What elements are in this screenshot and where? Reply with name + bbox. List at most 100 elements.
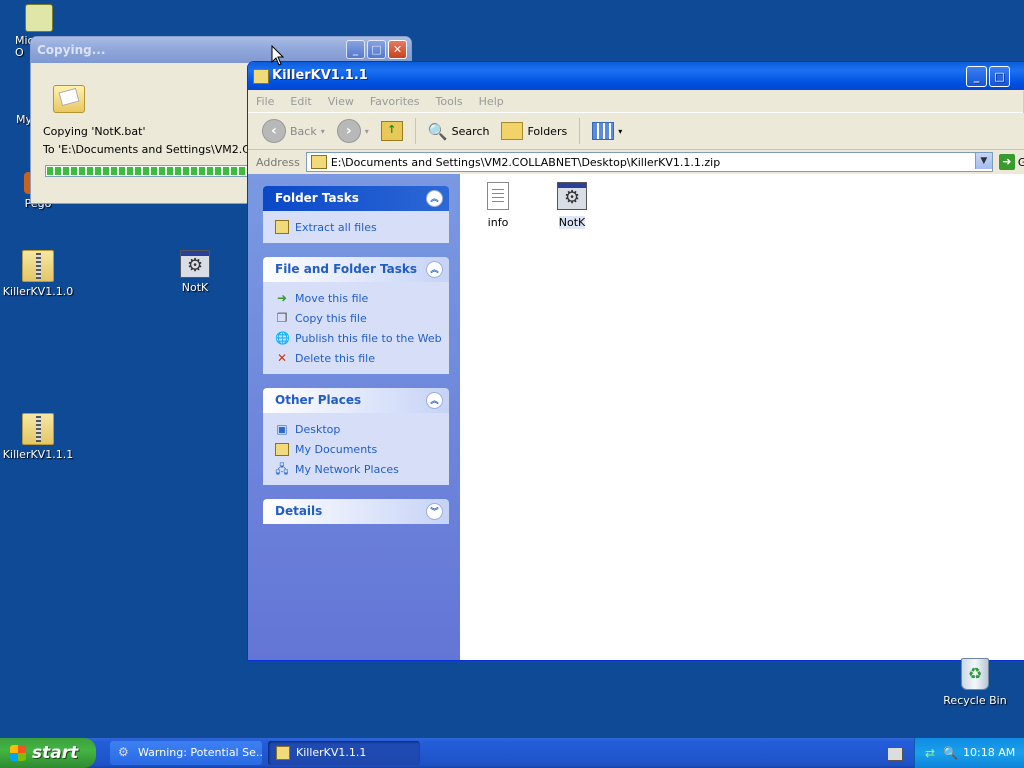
globe-icon: 🌐 — [275, 331, 290, 345]
forward-button[interactable]: › ▾ — [333, 117, 373, 145]
extract-icon — [275, 220, 289, 234]
my-documents-icon — [275, 442, 289, 456]
zip-folder-icon — [276, 746, 290, 760]
panel-file-and-folder-tasks: File and Folder Tasks ︽ ➜ Move this file… — [263, 257, 449, 374]
system-tray: ⇄ 🔍 10:18 AM — [914, 738, 1024, 768]
tray-network-icon[interactable]: ⇄ — [925, 746, 939, 760]
keyboard-icon[interactable] — [887, 747, 903, 761]
task-move-this-file[interactable]: ➜ Move this file — [275, 288, 449, 308]
desktop-icon-label: KillerKV1.1.1 — [2, 448, 74, 461]
desktop-icon-killerkv111[interactable]: KillerKV1.1.1 — [0, 413, 78, 461]
recycle-bin-icon: ♻ — [961, 658, 989, 690]
file-label: info — [487, 216, 509, 229]
panel-header[interactable]: Folder Tasks ︽ — [263, 186, 449, 211]
go-arrow-icon: ➜ — [998, 154, 1015, 170]
address-dropdown-button[interactable]: ▼ — [974, 153, 992, 169]
copying-dialog-titlebar[interactable]: Copying... _ □ ✕ — [31, 37, 411, 63]
file-list-area[interactable]: info NotK — [460, 174, 1024, 660]
search-button[interactable]: 🔍 Search — [424, 120, 494, 143]
explorer-window: KillerKV1.1.1 _ □ File Edit View Favorit… — [247, 61, 1024, 661]
zip-folder-icon — [22, 413, 54, 445]
desktop-icon-notk[interactable]: NotK — [155, 250, 235, 294]
zip-folder-icon — [253, 69, 269, 84]
menu-file[interactable]: File — [248, 95, 282, 108]
task-delete-this-file[interactable]: ✕ Delete this file — [275, 348, 449, 368]
maximize-button[interactable]: □ — [367, 40, 386, 59]
taskbar: start ⚙ Warning: Potential Se... KillerK… — [0, 738, 1024, 768]
warning-app-icon: ⚙ — [118, 745, 129, 759]
panel-title: Folder Tasks — [275, 191, 359, 205]
menu-view[interactable]: View — [320, 95, 362, 108]
file-item-notk[interactable]: NotK — [542, 182, 602, 229]
menu-bar: File Edit View Favorites Tools Help — [248, 90, 1024, 113]
panel-details: Details ︾ — [263, 499, 449, 524]
up-arrow-folder-icon: ↑ — [380, 121, 403, 141]
place-my-documents[interactable]: My Documents — [275, 439, 449, 459]
place-desktop[interactable]: ▣ Desktop — [275, 419, 449, 439]
place-my-network-places[interactable]: 🖧 My Network Places — [275, 459, 449, 479]
copying-dialog-title: Copying... — [37, 43, 106, 57]
address-value: E:\Documents and Settings\VM2.COLLABNET\… — [330, 155, 721, 169]
clock[interactable]: 10:18 AM — [963, 746, 1015, 759]
menu-favorites[interactable]: Favorites — [362, 95, 428, 108]
desktop-icon-killerkv110[interactable]: KillerKV1.1.0 — [0, 250, 78, 298]
panel-title: Details — [275, 504, 323, 518]
menu-help[interactable]: Help — [471, 95, 512, 108]
task-label: Publish this file to the Web — [295, 331, 442, 345]
task-publish-to-web[interactable]: 🌐 Publish this file to the Web — [275, 328, 449, 348]
search-icon: 🔍 — [427, 121, 448, 141]
taskbar-button-killerkv111[interactable]: KillerKV1.1.1 — [268, 741, 420, 765]
start-button[interactable]: start — [0, 738, 96, 768]
minimize-button[interactable]: _ — [966, 66, 987, 87]
task-label: My Documents — [295, 442, 378, 456]
chevron-down-icon: ▾ — [618, 126, 623, 136]
taskbar-button-warning[interactable]: ⚙ Warning: Potential Se... — [110, 741, 262, 765]
recycle-bin[interactable]: ♻ Recycle Bin — [940, 658, 1010, 707]
maximize-button[interactable]: □ — [989, 66, 1010, 87]
up-folder-button[interactable]: ↑ — [377, 119, 407, 143]
explorer-content: Folder Tasks ︽ Extract all files File an… — [248, 174, 1024, 660]
task-label: Desktop — [295, 422, 341, 436]
batch-file-icon — [180, 250, 210, 278]
close-button[interactable]: ✕ — [388, 40, 407, 59]
task-extract-all-files[interactable]: Extract all files — [275, 217, 449, 237]
minimize-button[interactable]: _ — [346, 40, 365, 59]
explorer-titlebar[interactable]: KillerKV1.1.1 _ □ — [248, 62, 1024, 90]
outlook-icon — [25, 4, 53, 32]
panel-header[interactable]: Details ︾ — [263, 499, 449, 524]
panel-header[interactable]: Other Places ︽ — [263, 388, 449, 413]
batch-file-icon — [557, 182, 587, 210]
panel-title: File and Folder Tasks — [275, 262, 418, 276]
go-button[interactable]: ➜ Go — [998, 154, 1024, 170]
views-button[interactable]: ▾ — [588, 120, 626, 142]
views-icon — [592, 122, 615, 140]
menu-edit[interactable]: Edit — [282, 95, 319, 108]
folders-label: Folders — [527, 124, 568, 138]
zip-folder-icon — [22, 250, 54, 282]
collapse-chevron-icon[interactable]: ︽ — [426, 190, 443, 207]
panel-header[interactable]: File and Folder Tasks ︽ — [263, 257, 449, 282]
back-button[interactable]: ‹ Back ▾ — [258, 117, 329, 145]
panel-other-places: Other Places ︽ ▣ Desktop My Documents 🖧 … — [263, 388, 449, 485]
task-label: Extract all files — [295, 220, 377, 234]
collapse-chevron-icon[interactable]: ︽ — [426, 392, 443, 409]
menu-tools[interactable]: Tools — [428, 95, 471, 108]
tray-search-icon[interactable]: 🔍 — [943, 746, 958, 760]
expand-chevron-icon[interactable]: ︾ — [426, 503, 443, 520]
address-label: Address — [256, 155, 300, 169]
recycle-bin-label: Recycle Bin — [943, 694, 1007, 707]
taskbar-button-label: KillerKV1.1.1 — [296, 746, 367, 759]
address-bar: Address E:\Documents and Settings\VM2.CO… — [248, 150, 1024, 175]
chevron-down-icon: ▾ — [320, 126, 325, 136]
file-item-info[interactable]: info — [468, 182, 528, 229]
folders-icon — [501, 122, 524, 140]
folders-button[interactable]: Folders — [497, 120, 571, 142]
collapse-chevron-icon[interactable]: ︽ — [426, 261, 443, 278]
panel-body: Extract all files — [263, 211, 449, 243]
task-label: Delete this file — [295, 351, 375, 365]
address-input[interactable]: E:\Documents and Settings\VM2.COLLABNET\… — [305, 152, 993, 172]
panel-folder-tasks: Folder Tasks ︽ Extract all files — [263, 186, 449, 243]
explorer-title: KillerKV1.1.1 — [272, 68, 368, 83]
file-label: NotK — [558, 216, 586, 229]
task-copy-this-file[interactable]: ❐ Copy this file — [275, 308, 449, 328]
